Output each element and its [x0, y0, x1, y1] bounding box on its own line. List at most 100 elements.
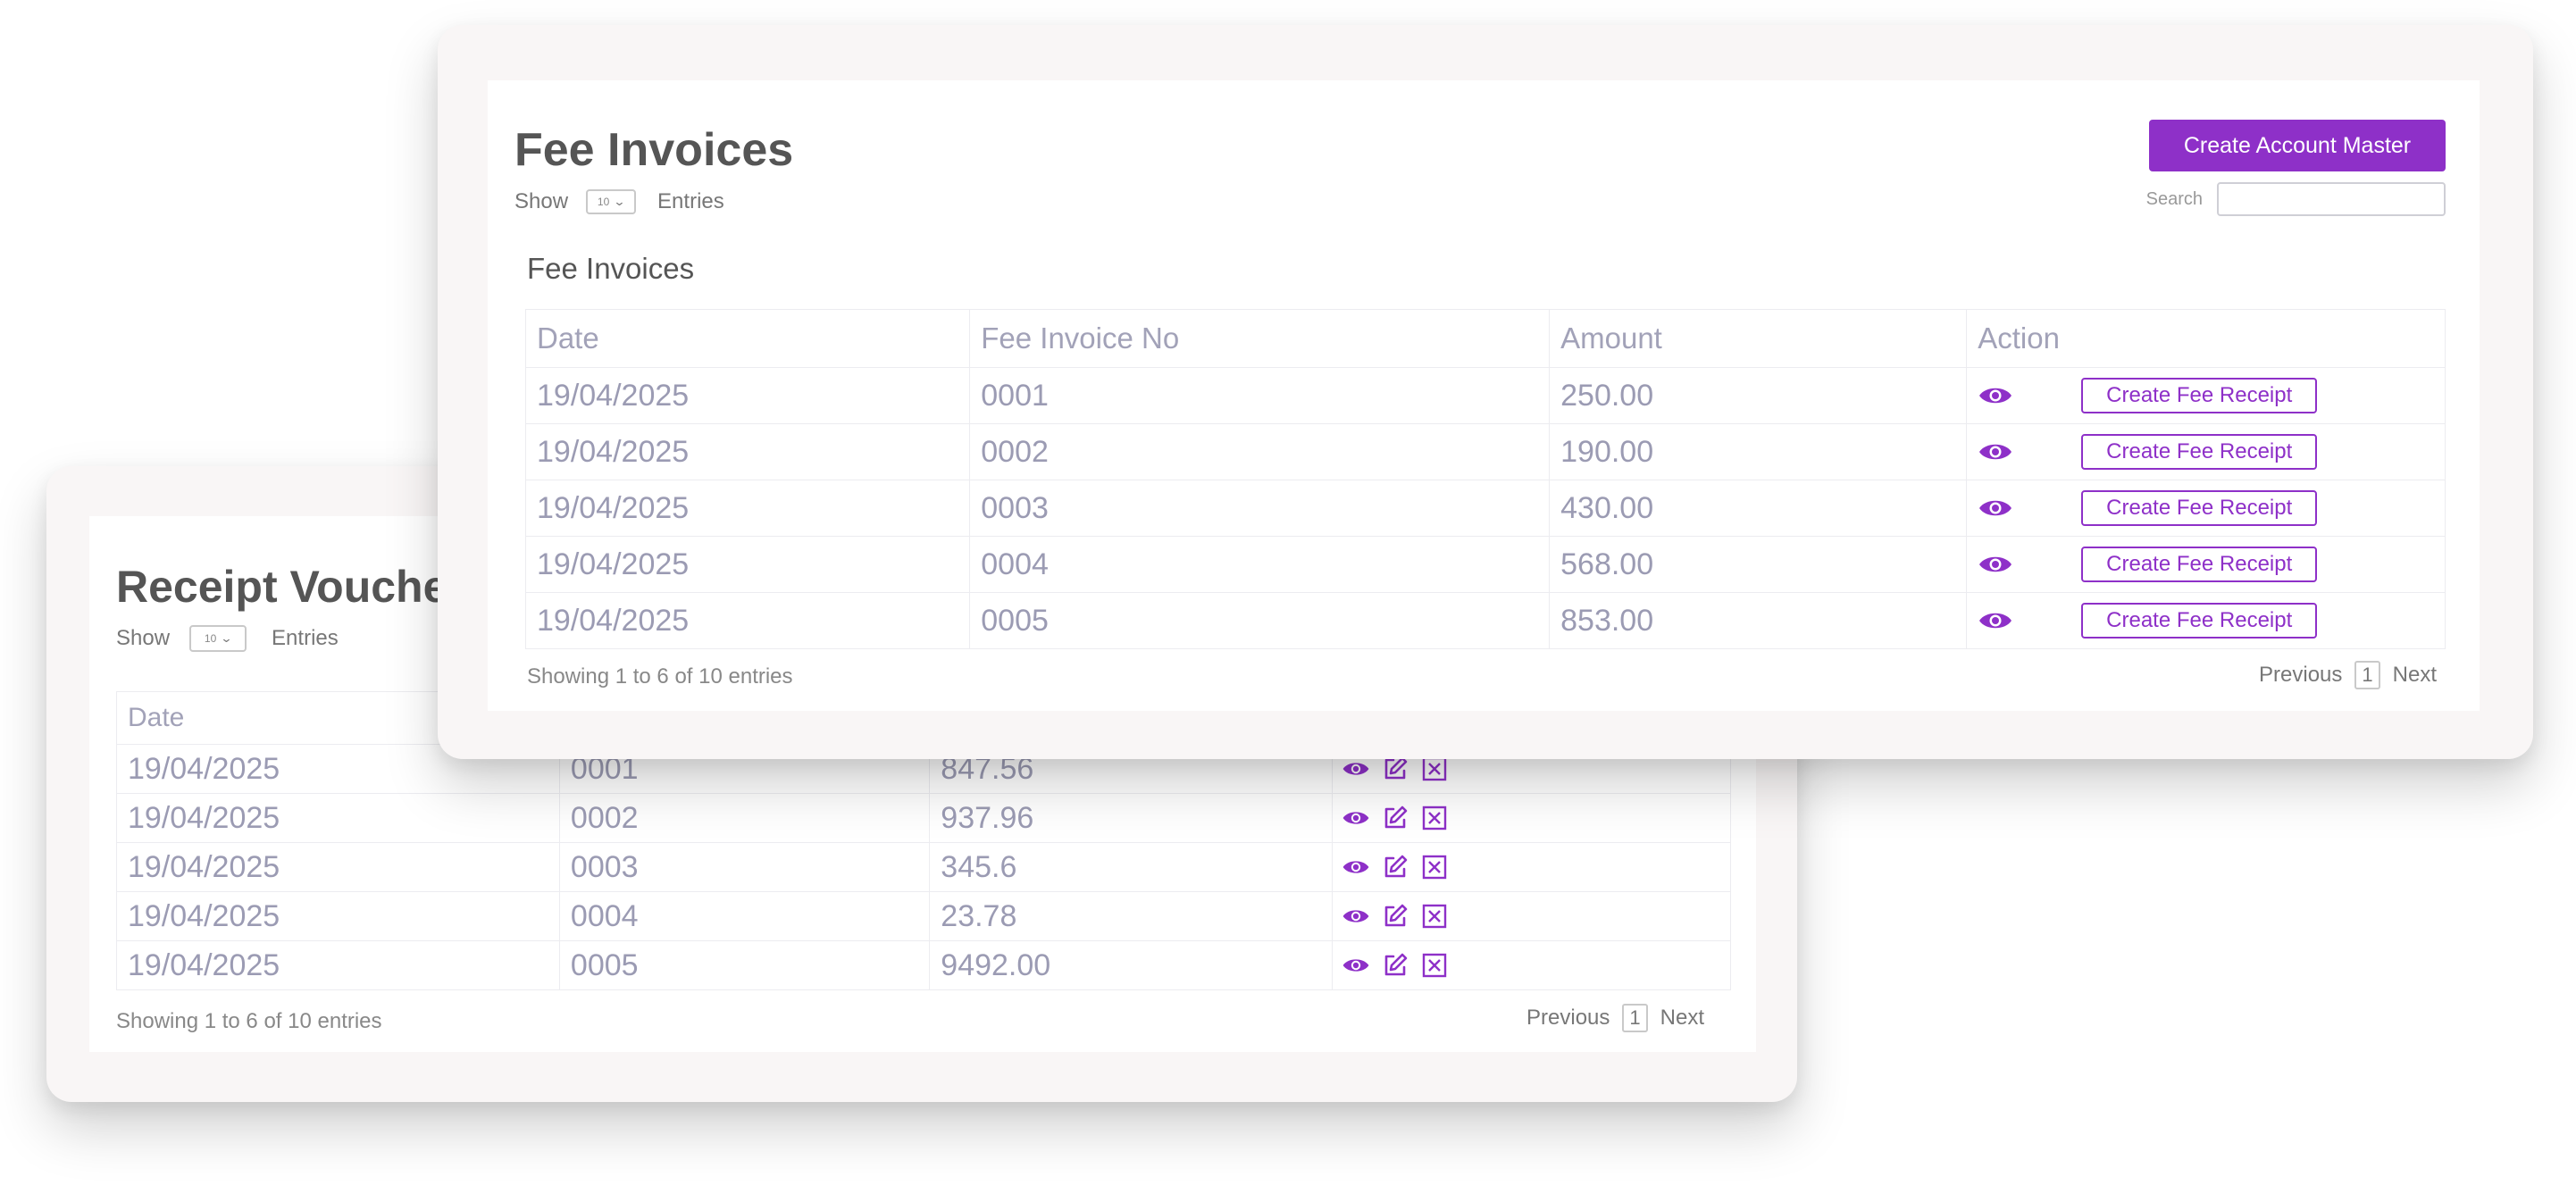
row-actions: [1342, 853, 1730, 881]
entries-select[interactable]: 10 ⌄: [189, 625, 247, 652]
cell-actions: [1332, 842, 1731, 892]
search-control: Search: [2146, 182, 2446, 216]
create-fee-receipt-button[interactable]: Create Fee Receipt: [2081, 434, 2318, 470]
table-row: 19/04/2025 0003 345.6: [116, 842, 1731, 892]
cell-number: 0002: [558, 793, 931, 843]
page-title: Fee Invoices: [514, 124, 794, 176]
cell-amount: 430.00: [1549, 480, 1968, 537]
cell-action: Create Fee Receipt: [1966, 367, 2446, 424]
cell-number: 0005: [558, 940, 931, 990]
eye-icon[interactable]: [1978, 438, 2013, 466]
previous-button[interactable]: Previous: [2259, 663, 2342, 688]
edit-icon[interactable]: [1381, 804, 1409, 832]
column-header-date[interactable]: Date: [524, 309, 971, 368]
table-row: 19/04/2025 0003 430.00 Create Fee Receipt: [524, 480, 2446, 537]
show-label: Show: [116, 626, 171, 650]
fee-invoices-panel: Fee Invoices Show 10 ⌄ Entries Create Ac…: [488, 80, 2480, 711]
table-title: Fee Invoices: [527, 252, 695, 285]
cell-fee-invoice-no: 0001: [969, 367, 1551, 424]
chevron-down-icon: ⌄: [220, 631, 233, 645]
create-fee-receipt-button[interactable]: Create Fee Receipt: [2081, 603, 2318, 639]
cell-date: 19/04/2025: [524, 480, 971, 537]
create-fee-receipt-button[interactable]: Create Fee Receipt: [2081, 490, 2318, 526]
cell-date: 19/04/2025: [524, 367, 971, 424]
cell-fee-invoice-no: 0002: [969, 423, 1551, 480]
eye-icon[interactable]: [1978, 606, 2013, 635]
cell-date: 19/04/2025: [524, 536, 971, 593]
entries-label: Entries: [657, 189, 724, 213]
row-actions: Create Fee Receipt: [1978, 378, 2445, 413]
table-row: 19/04/2025 0004 23.78: [116, 891, 1731, 941]
cell-amount: 568.00: [1549, 536, 1968, 593]
next-button[interactable]: Next: [1660, 1006, 1704, 1031]
page-1-button[interactable]: 1: [2354, 661, 2380, 689]
cell-action: Create Fee Receipt: [1966, 592, 2446, 649]
row-actions: [1342, 804, 1730, 832]
entries-control: Show 10 ⌄ Entries: [116, 625, 339, 652]
row-actions: [1342, 902, 1730, 931]
table-info: Showing 1 to 6 of 10 entries: [116, 1009, 382, 1033]
column-header-amount[interactable]: Amount: [1549, 309, 1968, 368]
cell-fee-invoice-no: 0004: [969, 536, 1551, 593]
cell-actions: [1332, 891, 1731, 941]
cell-date: 19/04/2025: [116, 891, 560, 941]
column-header-action: Action: [1966, 309, 2446, 368]
create-account-master-button[interactable]: Create Account Master: [2149, 120, 2446, 171]
delete-icon[interactable]: [1420, 902, 1449, 931]
pagination: Previous 1 Next: [1526, 1004, 1704, 1032]
eye-icon[interactable]: [1978, 550, 2013, 579]
row-actions: Create Fee Receipt: [1978, 547, 2445, 582]
cell-actions: [1332, 793, 1731, 843]
previous-button[interactable]: Previous: [1526, 1006, 1610, 1031]
eye-icon[interactable]: [1342, 804, 1370, 832]
row-actions: Create Fee Receipt: [1978, 603, 2445, 639]
entries-control: Show 10 ⌄ Entries: [514, 189, 724, 214]
table-row: 19/04/2025 0002 937.96: [116, 793, 1731, 843]
cell-amount: 250.00: [1549, 367, 1968, 424]
page-1-button[interactable]: 1: [1622, 1004, 1648, 1032]
cell-action: Create Fee Receipt: [1966, 480, 2446, 537]
delete-icon[interactable]: [1420, 853, 1449, 881]
entries-select-value: 10: [597, 196, 610, 208]
row-actions: [1342, 951, 1730, 980]
cell-number: 0004: [558, 891, 931, 941]
create-fee-receipt-button[interactable]: Create Fee Receipt: [2081, 547, 2318, 582]
cell-amount: 23.78: [929, 891, 1334, 941]
table-row: 19/04/2025 0005 853.00 Create Fee Receipt: [524, 592, 2446, 649]
cell-amount: 937.96: [929, 793, 1334, 843]
cell-date: 19/04/2025: [116, 793, 560, 843]
entries-select-value: 10: [204, 632, 217, 645]
fee-invoices-card: Fee Invoices Show 10 ⌄ Entries Create Ac…: [438, 25, 2533, 759]
table-row: 19/04/2025 0002 190.00 Create Fee Receipt: [524, 423, 2446, 480]
table-info: Showing 1 to 6 of 10 entries: [527, 664, 793, 689]
show-label: Show: [514, 189, 569, 213]
row-actions: Create Fee Receipt: [1978, 434, 2445, 470]
eye-icon[interactable]: [1342, 853, 1370, 881]
edit-icon[interactable]: [1381, 951, 1409, 980]
table-row: 19/04/2025 0004 568.00 Create Fee Receipt: [524, 536, 2446, 593]
entries-label: Entries: [272, 626, 339, 650]
search-label: Search: [2145, 188, 2203, 209]
eye-icon[interactable]: [1342, 951, 1370, 980]
chevron-down-icon: ⌄: [613, 195, 626, 208]
entries-select[interactable]: 10 ⌄: [586, 189, 637, 214]
search-input[interactable]: [2217, 182, 2446, 216]
cell-date: 19/04/2025: [116, 842, 560, 892]
eye-icon[interactable]: [1978, 494, 2013, 522]
eye-icon[interactable]: [1342, 902, 1370, 931]
cell-amount: 853.00: [1549, 592, 1968, 649]
next-button[interactable]: Next: [2393, 663, 2437, 688]
edit-icon[interactable]: [1381, 853, 1409, 881]
cell-date: 19/04/2025: [116, 940, 560, 990]
cell-amount: 345.6: [929, 842, 1334, 892]
cell-amount: 9492.00: [929, 940, 1334, 990]
edit-icon[interactable]: [1381, 902, 1409, 931]
cell-actions: [1332, 940, 1731, 990]
delete-icon[interactable]: [1420, 951, 1449, 980]
column-header-fee-invoice-no[interactable]: Fee Invoice No: [969, 309, 1551, 368]
table-header-row: Date Fee Invoice No Amount Action: [524, 309, 2446, 368]
delete-icon[interactable]: [1420, 804, 1449, 832]
eye-icon[interactable]: [1978, 381, 2013, 410]
create-fee-receipt-button[interactable]: Create Fee Receipt: [2081, 378, 2318, 413]
cell-date: 19/04/2025: [524, 592, 971, 649]
